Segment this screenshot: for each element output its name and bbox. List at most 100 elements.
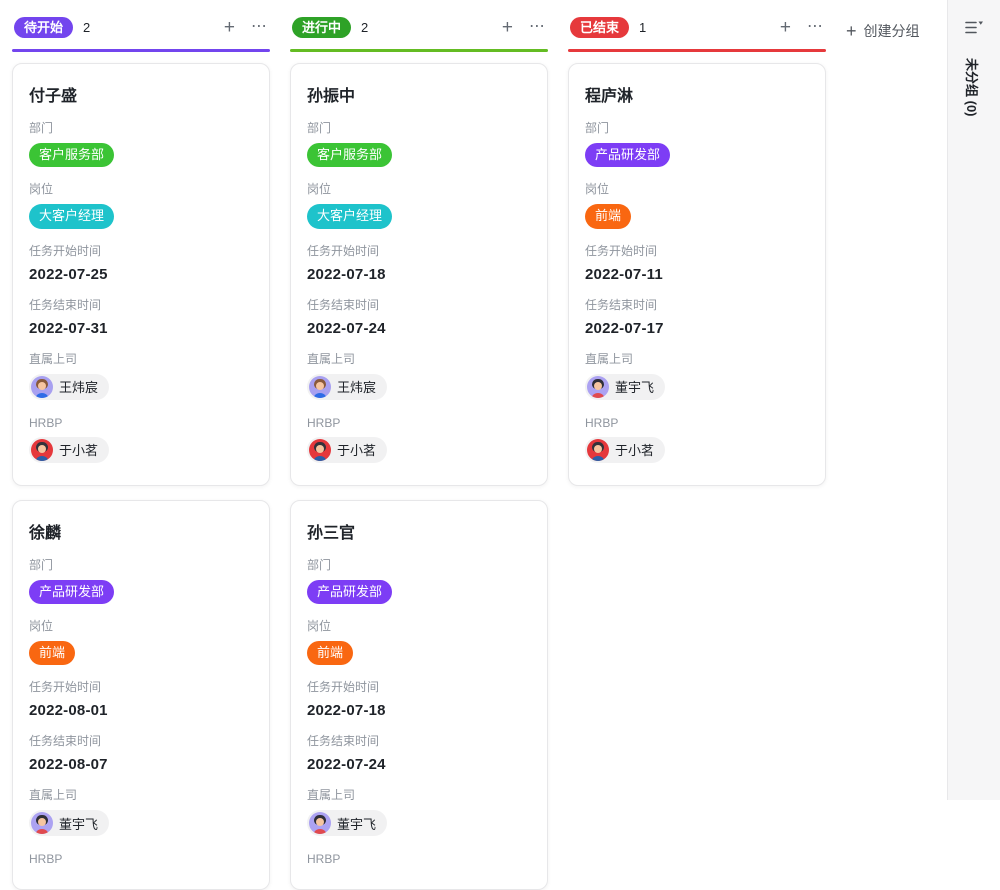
column-header: 已结束 1 + ⋯ xyxy=(568,14,826,40)
position-tag: 前端 xyxy=(307,641,353,665)
column-count: 1 xyxy=(639,20,646,35)
person-name: 于小茗 xyxy=(615,440,654,459)
field-label: HRBP xyxy=(585,416,809,430)
department-tag: 客户服务部 xyxy=(29,143,114,167)
department-tag: 产品研发部 xyxy=(585,143,670,167)
field-label: 直属上司 xyxy=(307,350,531,367)
field-label: 岗位 xyxy=(307,617,531,634)
field-label: 部门 xyxy=(29,119,253,136)
field-label: 直属上司 xyxy=(585,350,809,367)
person-chip: 于小茗 xyxy=(29,437,109,463)
field-label: 任务开始时间 xyxy=(307,678,531,695)
person-chip: 董宇飞 xyxy=(307,810,387,836)
kanban-column-done: 已结束 1 + ⋯ 程庐淋 部门 产品研发部 岗位 前端 任务开始时间 xyxy=(568,14,826,486)
kanban-card[interactable]: 孙振中 部门 客户服务部 岗位 大客户经理 任务开始时间 2022-07-18 … xyxy=(290,63,548,486)
field-hrbp: HRBP xyxy=(29,852,253,866)
field-task-end: 任务结束时间 2022-07-24 xyxy=(307,732,531,773)
field-hrbp: HRBP xyxy=(307,852,531,866)
field-position: 岗位 前端 xyxy=(585,180,809,228)
add-card-button[interactable]: + xyxy=(502,18,513,37)
avatar xyxy=(309,376,331,398)
column-color-bar xyxy=(290,49,548,52)
field-label: 岗位 xyxy=(307,180,531,197)
field-department: 部门 客户服务部 xyxy=(307,119,531,167)
field-position: 岗位 前端 xyxy=(29,617,253,665)
person-chip: 王炜宸 xyxy=(29,374,109,400)
kanban-card[interactable]: 孙三官 部门 产品研发部 岗位 前端 任务开始时间 2022-07-18 任务结… xyxy=(290,500,548,890)
field-label: HRBP xyxy=(307,852,531,866)
create-group-button[interactable]: + 创建分组 xyxy=(846,21,920,41)
field-label: HRBP xyxy=(29,852,253,866)
field-label: HRBP xyxy=(307,416,531,430)
field-label: 任务结束时间 xyxy=(307,732,531,749)
more-options-button[interactable]: ⋯ xyxy=(807,19,824,35)
field-label: 岗位 xyxy=(585,180,809,197)
avatar xyxy=(309,439,331,461)
column-count: 2 xyxy=(361,20,368,35)
field-label: 直属上司 xyxy=(29,786,253,803)
column-status-badge[interactable]: 进行中 xyxy=(292,17,351,38)
card-list: 程庐淋 部门 产品研发部 岗位 前端 任务开始时间 2022-07-11 任务结… xyxy=(568,63,826,486)
avatar-face xyxy=(316,818,324,826)
person-chip: 董宇飞 xyxy=(585,374,665,400)
ungrouped-side-panel: 未分组 (0) xyxy=(947,0,1000,800)
kanban-board: 待开始 2 + ⋯ 付子盛 部门 客户服务部 岗位 大客户经理 任务开始时间 xyxy=(12,14,920,890)
field-position: 岗位 大客户经理 xyxy=(307,180,531,228)
field-task-end: 任务结束时间 2022-08-07 xyxy=(29,732,253,773)
position-tag: 大客户经理 xyxy=(29,204,114,228)
ungrouped-label[interactable]: 未分组 (0) xyxy=(963,58,982,117)
task-start-date: 2022-07-11 xyxy=(585,266,809,283)
field-supervisor: 直属上司 董宇飞 xyxy=(585,350,809,403)
field-label: 任务开始时间 xyxy=(307,242,531,259)
avatar xyxy=(31,439,53,461)
task-end-date: 2022-07-24 xyxy=(307,320,531,337)
field-label: 部门 xyxy=(29,556,253,573)
avatar-shirt xyxy=(35,829,49,834)
person-name: 王炜宸 xyxy=(337,377,376,396)
field-department: 部门 产品研发部 xyxy=(585,119,809,167)
field-hrbp: HRBP 于小茗 xyxy=(307,416,531,466)
add-card-button[interactable]: + xyxy=(224,18,235,37)
field-label: 部门 xyxy=(585,119,809,136)
field-supervisor: 直属上司 王炜宸 xyxy=(29,350,253,403)
field-label: 岗位 xyxy=(29,617,253,634)
kanban-card[interactable]: 徐麟 部门 产品研发部 岗位 前端 任务开始时间 2022-08-01 任务结束… xyxy=(12,500,270,890)
task-end-date: 2022-08-07 xyxy=(29,756,253,773)
column-color-bar xyxy=(568,49,826,52)
card-title: 程庐淋 xyxy=(585,82,809,106)
department-tag: 产品研发部 xyxy=(307,580,392,604)
collapse-list-icon[interactable] xyxy=(964,19,984,36)
plus-icon: + xyxy=(846,22,857,40)
avatar-face xyxy=(316,445,324,453)
more-options-button[interactable]: ⋯ xyxy=(251,19,268,35)
add-card-button[interactable]: + xyxy=(780,18,791,37)
kanban-column-in-progress: 进行中 2 + ⋯ 孙振中 部门 客户服务部 岗位 大客户经理 任务开始时间 xyxy=(290,14,548,890)
field-supervisor: 直属上司 王炜宸 xyxy=(307,350,531,403)
position-tag: 前端 xyxy=(585,204,631,228)
kanban-card[interactable]: 程庐淋 部门 产品研发部 岗位 前端 任务开始时间 2022-07-11 任务结… xyxy=(568,63,826,486)
person-chip: 王炜宸 xyxy=(307,374,387,400)
avatar xyxy=(31,376,53,398)
field-department: 部门 产品研发部 xyxy=(29,556,253,604)
column-status-badge[interactable]: 已结束 xyxy=(570,17,629,38)
column-color-bar xyxy=(12,49,270,52)
avatar-shirt xyxy=(313,393,327,398)
card-title: 徐麟 xyxy=(29,519,253,543)
field-label: 直属上司 xyxy=(307,786,531,803)
column-header: 进行中 2 + ⋯ xyxy=(290,14,548,40)
kanban-card[interactable]: 付子盛 部门 客户服务部 岗位 大客户经理 任务开始时间 2022-07-25 … xyxy=(12,63,270,486)
person-name: 董宇飞 xyxy=(615,377,654,396)
field-label: 任务开始时间 xyxy=(29,678,253,695)
field-label: 任务结束时间 xyxy=(29,732,253,749)
field-task-end: 任务结束时间 2022-07-31 xyxy=(29,296,253,337)
field-department: 部门 客户服务部 xyxy=(29,119,253,167)
field-task-start: 任务开始时间 2022-07-18 xyxy=(307,678,531,719)
more-options-button[interactable]: ⋯ xyxy=(529,19,546,35)
field-label: 任务结束时间 xyxy=(29,296,253,313)
field-position: 岗位 前端 xyxy=(307,617,531,665)
column-status-badge[interactable]: 待开始 xyxy=(14,17,73,38)
card-list: 付子盛 部门 客户服务部 岗位 大客户经理 任务开始时间 2022-07-25 … xyxy=(12,63,270,890)
task-start-date: 2022-07-18 xyxy=(307,702,531,719)
field-label: HRBP xyxy=(29,416,253,430)
task-start-date: 2022-07-25 xyxy=(29,266,253,283)
